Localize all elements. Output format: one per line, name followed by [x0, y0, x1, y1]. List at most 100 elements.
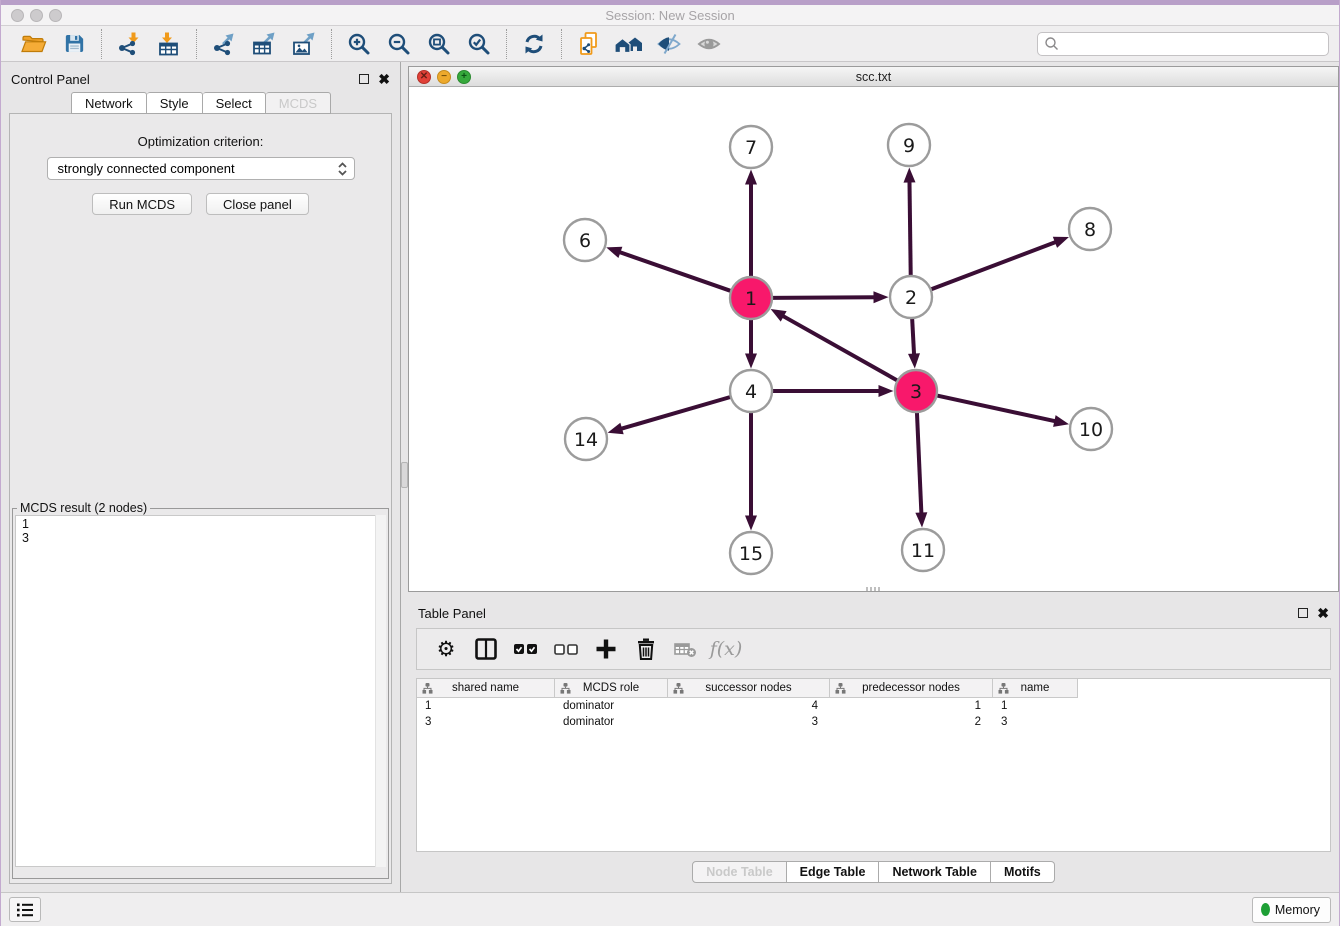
tab-motifs[interactable]: Motifs: [991, 861, 1055, 883]
column-header-successor-nodes[interactable]: successor nodes: [668, 679, 830, 698]
hide-graphics-details-button[interactable]: [649, 29, 689, 59]
export-table-button[interactable]: [244, 29, 284, 59]
function-builder-button[interactable]: f(x): [713, 636, 739, 662]
table-row[interactable]: 3dominator323: [417, 714, 1330, 730]
column-header-name[interactable]: name: [993, 679, 1078, 698]
float-panel-icon[interactable]: [359, 74, 369, 84]
search-box[interactable]: [1037, 32, 1329, 56]
graph-edge-arrowhead: [873, 291, 888, 303]
export-image-button[interactable]: [284, 29, 324, 59]
graph-edge-4-14[interactable]: [620, 397, 731, 429]
network-view-window: ✕ − + scc.txt 7968124314101511: [408, 66, 1339, 592]
graph-node-label: 6: [579, 230, 591, 252]
network-from-selection-button[interactable]: [569, 29, 609, 59]
mcds-result-group: MCDS result (2 nodes) 1 3: [12, 501, 389, 879]
run-mcds-button[interactable]: Run MCDS: [92, 193, 192, 215]
table-cell[interactable]: 2: [830, 716, 993, 728]
memory-button[interactable]: Memory: [1252, 897, 1331, 923]
table-cell[interactable]: 1: [830, 700, 993, 712]
tab-select[interactable]: Select: [203, 92, 266, 114]
network-minimize-button[interactable]: −: [437, 70, 451, 84]
select-all-columns-button[interactable]: [513, 636, 539, 662]
close-panel-button[interactable]: Close panel: [206, 193, 309, 215]
table-cell[interactable]: 3: [668, 716, 830, 728]
delete-table-icon: [673, 636, 699, 662]
graph-edge-arrowhead: [745, 170, 757, 185]
zoom-out-icon: [386, 31, 412, 57]
mcds-panel: Optimization criterion: strongly connect…: [9, 113, 392, 884]
table-cell[interactable]: 1: [993, 700, 1078, 712]
search-input[interactable]: [1060, 34, 1328, 54]
graph-edge-2-3[interactable]: [912, 318, 914, 356]
column-type-icon: [422, 683, 433, 694]
table-settings-button[interactable]: ⚙: [433, 636, 459, 662]
create-column-button[interactable]: [593, 636, 619, 662]
result-scrollbar[interactable]: [375, 515, 386, 867]
mcds-result-list[interactable]: 1 3: [15, 515, 386, 867]
column-header-MCDS-role[interactable]: MCDS role: [555, 679, 668, 698]
table-cell[interactable]: 3: [417, 716, 555, 728]
zoom-in-button[interactable]: [339, 29, 379, 59]
save-session-button[interactable]: [54, 29, 94, 59]
network-resize-handle[interactable]: [866, 587, 882, 591]
unselect-all-columns-button[interactable]: [553, 636, 579, 662]
tab-edge-table[interactable]: Edge Table: [787, 861, 880, 883]
select-all-icon: [513, 636, 539, 662]
network-canvas[interactable]: 7968124314101511: [409, 87, 1338, 591]
control-panel-title: Control Panel: [11, 72, 90, 87]
graph-edge-3-1[interactable]: [782, 315, 898, 380]
show-columns-button[interactable]: [473, 636, 499, 662]
open-session-button[interactable]: [14, 29, 54, 59]
float-table-panel-icon[interactable]: [1298, 608, 1308, 618]
node-table-body: 1dominator4113dominator323: [417, 698, 1330, 730]
node-table[interactable]: shared nameMCDS rolesuccessor nodesprede…: [416, 678, 1331, 852]
tab-mcds[interactable]: MCDS: [266, 92, 331, 114]
graph-edge-1-2[interactable]: [772, 297, 876, 298]
table-cell[interactable]: dominator: [555, 700, 668, 712]
graph-edge-2-8[interactable]: [931, 242, 1057, 290]
delete-columns-button[interactable]: [633, 636, 659, 662]
zoom-selected-button[interactable]: [459, 29, 499, 59]
graph-node-label: 11: [911, 540, 935, 562]
plus-icon: [594, 637, 618, 661]
main-area: Control Panel ✖ Network Style Select MCD…: [1, 62, 1339, 892]
graph-edge-arrowhead: [903, 167, 915, 182]
tab-node-table[interactable]: Node Table: [692, 861, 786, 883]
search-icon: [1044, 36, 1060, 52]
task-history-button[interactable]: [9, 897, 41, 922]
export-network-button[interactable]: [204, 29, 244, 59]
close-table-panel-icon[interactable]: ✖: [1317, 606, 1329, 620]
table-cell[interactable]: 1: [417, 700, 555, 712]
column-header-shared-name[interactable]: shared name: [417, 679, 555, 698]
graph-edge-2-9[interactable]: [909, 180, 910, 276]
graph-edge-3-10[interactable]: [937, 395, 1057, 421]
refresh-button[interactable]: [514, 29, 554, 59]
table-cell[interactable]: 4: [668, 700, 830, 712]
optimization-criterion-select[interactable]: strongly connected component: [47, 157, 355, 180]
birdseye-view-button[interactable]: [689, 29, 729, 59]
graph-edge-1-6[interactable]: [619, 252, 732, 291]
table-cell[interactable]: dominator: [555, 716, 668, 728]
table-cell[interactable]: 3: [993, 716, 1078, 728]
splitter-grip[interactable]: [401, 462, 408, 488]
table-row[interactable]: 1dominator411: [417, 698, 1330, 714]
import-network-button[interactable]: [109, 29, 149, 59]
network-canvas-svg: 7968124314101511: [409, 87, 1340, 591]
tab-style[interactable]: Style: [147, 92, 203, 114]
panel-splitter[interactable]: [401, 62, 408, 892]
home-button[interactable]: [609, 29, 649, 59]
delete-table-button[interactable]: [673, 636, 699, 662]
column-type-icon: [835, 683, 846, 694]
zoom-fit-button[interactable]: [419, 29, 459, 59]
close-panel-icon[interactable]: ✖: [378, 72, 390, 86]
column-header-predecessor-nodes[interactable]: predecessor nodes: [830, 679, 993, 698]
network-maximize-button[interactable]: +: [457, 70, 471, 84]
graph-node-label: 7: [745, 137, 757, 159]
zoom-out-button[interactable]: [379, 29, 419, 59]
tab-network-table[interactable]: Network Table: [879, 861, 991, 883]
columns-icon: [474, 637, 498, 661]
network-close-button[interactable]: ✕: [417, 70, 431, 84]
tab-network[interactable]: Network: [71, 92, 147, 114]
import-table-button[interactable]: [149, 29, 189, 59]
graph-edge-3-11[interactable]: [917, 412, 922, 515]
